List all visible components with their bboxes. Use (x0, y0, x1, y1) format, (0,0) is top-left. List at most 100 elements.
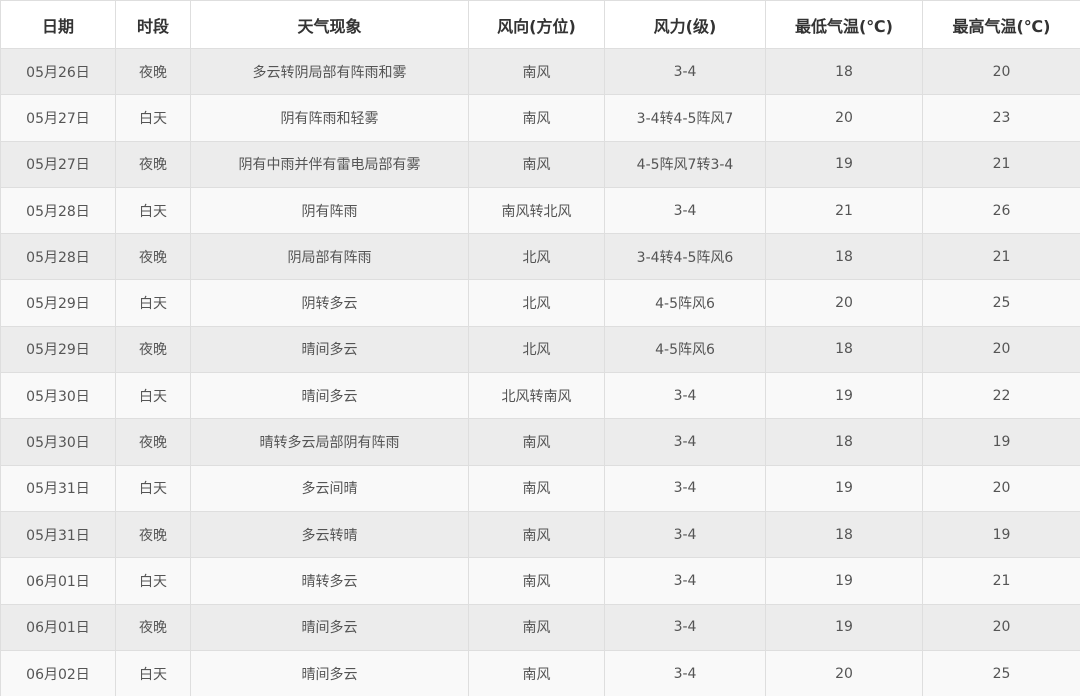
cell-wind-direction: 南风 (468, 94, 605, 142)
cell-date: 05月29日 (0, 279, 116, 327)
table-row: 06月01日 白天 晴转多云 南风 3-4 19 21 (0, 557, 1080, 605)
table-row: 05月29日 夜晚 晴间多云 北风 4-5阵风6 18 20 (0, 325, 1080, 374)
cell-period: 夜晚 (115, 233, 191, 281)
cell-max-temp: 20 (922, 47, 1080, 96)
cell-min-temp: 20 (765, 649, 923, 696)
cell-max-temp: 19 (922, 418, 1080, 466)
table-row: 05月27日 白天 阴有阵雨和轻雾 南风 3-4转4-5阵风7 20 23 (0, 94, 1080, 142)
cell-min-temp: 19 (765, 464, 923, 512)
cell-wind-force: 3-4 (604, 649, 766, 696)
weather-forecast-table: 日期 时段 天气现象 风向(方位) 风力(级) 最低气温(℃) 最高气温(℃) … (0, 0, 1080, 696)
cell-wind-direction: 南风 (468, 47, 605, 96)
table-row: 05月31日 夜晚 多云转晴 南风 3-4 18 19 (0, 510, 1080, 559)
cell-date: 05月30日 (0, 418, 116, 466)
cell-wind-force: 3-4 (604, 464, 766, 512)
cell-max-temp: 23 (922, 94, 1080, 142)
cell-min-temp: 20 (765, 279, 923, 327)
cell-weather: 多云转阴局部有阵雨和雾 (190, 47, 469, 96)
cell-weather: 晴转多云局部阴有阵雨 (190, 418, 469, 466)
cell-period: 白天 (115, 186, 191, 235)
cell-date: 05月31日 (0, 464, 116, 512)
cell-date: 06月01日 (0, 603, 116, 651)
cell-wind-force: 4-5阵风6 (604, 279, 766, 327)
cell-weather: 阴有中雨并伴有雷电局部有雾 (190, 140, 469, 188)
cell-wind-force: 3-4转4-5阵风6 (604, 233, 766, 281)
cell-max-temp: 22 (922, 372, 1080, 420)
table-row: 05月29日 白天 阴转多云 北风 4-5阵风6 20 25 (0, 279, 1080, 327)
cell-date: 05月30日 (0, 372, 116, 420)
header-weather: 天气现象 (190, 0, 469, 49)
header-wind-direction: 风向(方位) (468, 0, 605, 49)
cell-period: 夜晚 (115, 47, 191, 96)
cell-weather: 阴有阵雨和轻雾 (190, 94, 469, 142)
cell-min-temp: 18 (765, 233, 923, 281)
cell-date: 06月01日 (0, 557, 116, 605)
cell-date: 05月27日 (0, 94, 116, 142)
cell-date: 05月27日 (0, 140, 116, 188)
cell-period: 夜晚 (115, 510, 191, 559)
cell-weather: 晴间多云 (190, 649, 469, 696)
table-row: 05月31日 白天 多云间晴 南风 3-4 19 20 (0, 464, 1080, 512)
cell-wind-direction: 北风 (468, 325, 605, 374)
cell-wind-force: 3-4 (604, 510, 766, 559)
table-row: 05月30日 白天 晴间多云 北风转南风 3-4 19 22 (0, 372, 1080, 420)
table-row: 05月28日 夜晚 阴局部有阵雨 北风 3-4转4-5阵风6 18 21 (0, 233, 1080, 281)
cell-max-temp: 21 (922, 557, 1080, 605)
cell-wind-direction: 南风 (468, 418, 605, 466)
cell-wind-force: 3-4转4-5阵风7 (604, 94, 766, 142)
cell-weather: 多云间晴 (190, 464, 469, 512)
cell-date: 05月28日 (0, 233, 116, 281)
cell-min-temp: 21 (765, 186, 923, 235)
table-row: 05月28日 白天 阴有阵雨 南风转北风 3-4 21 26 (0, 186, 1080, 235)
cell-wind-direction: 南风转北风 (468, 186, 605, 235)
table-body: 05月26日 夜晚 多云转阴局部有阵雨和雾 南风 3-4 18 20 05月27日 白天 阴有阵雨… (0, 47, 1080, 696)
cell-wind-direction: 南风 (468, 649, 605, 696)
cell-wind-direction: 南风 (468, 464, 605, 512)
cell-min-temp: 18 (765, 47, 923, 96)
cell-min-temp: 19 (765, 140, 923, 188)
table-row: 05月26日 夜晚 多云转阴局部有阵雨和雾 南风 3-4 18 20 (0, 47, 1080, 96)
cell-max-temp: 20 (922, 603, 1080, 651)
header-wind-force: 风力(级) (604, 0, 766, 49)
cell-weather: 阴局部有阵雨 (190, 233, 469, 281)
table-row: 06月02日 白天 晴间多云 南风 3-4 20 25 (0, 649, 1080, 696)
cell-wind-direction: 南风 (468, 557, 605, 605)
cell-wind-force: 3-4 (604, 418, 766, 466)
cell-wind-direction: 北风转南风 (468, 372, 605, 420)
cell-period: 夜晚 (115, 140, 191, 188)
table-row: 05月27日 夜晚 阴有中雨并伴有雷电局部有雾 南风 4-5阵风7转3-4 19 21 (0, 140, 1080, 188)
cell-date: 06月02日 (0, 649, 116, 696)
cell-wind-direction: 北风 (468, 233, 605, 281)
cell-wind-direction: 南风 (468, 140, 605, 188)
cell-date: 05月26日 (0, 47, 116, 96)
cell-weather: 多云转晴 (190, 510, 469, 559)
table-header-row: 日期 时段 天气现象 风向(方位) 风力(级) 最低气温(℃) 最高气温(℃) (0, 0, 1080, 49)
cell-period: 白天 (115, 464, 191, 512)
header-period: 时段 (115, 0, 191, 49)
cell-max-temp: 26 (922, 186, 1080, 235)
table-row: 05月30日 夜晚 晴转多云局部阴有阵雨 南风 3-4 18 19 (0, 418, 1080, 466)
cell-wind-force: 3-4 (604, 372, 766, 420)
cell-min-temp: 18 (765, 418, 923, 466)
cell-min-temp: 19 (765, 603, 923, 651)
cell-min-temp: 20 (765, 94, 923, 142)
cell-wind-force: 3-4 (604, 47, 766, 96)
cell-date: 05月29日 (0, 325, 116, 374)
cell-min-temp: 18 (765, 510, 923, 559)
cell-date: 05月28日 (0, 186, 116, 235)
cell-weather: 晴转多云 (190, 557, 469, 605)
cell-min-temp: 18 (765, 325, 923, 374)
cell-wind-direction: 北风 (468, 279, 605, 327)
header-max-temp: 最高气温(℃) (922, 0, 1080, 49)
cell-weather: 晴间多云 (190, 325, 469, 374)
cell-weather: 晴间多云 (190, 603, 469, 651)
cell-max-temp: 21 (922, 140, 1080, 188)
cell-period: 白天 (115, 557, 191, 605)
cell-max-temp: 19 (922, 510, 1080, 559)
cell-min-temp: 19 (765, 372, 923, 420)
cell-weather: 阴有阵雨 (190, 186, 469, 235)
cell-min-temp: 19 (765, 557, 923, 605)
cell-weather: 阴转多云 (190, 279, 469, 327)
cell-wind-force: 3-4 (604, 186, 766, 235)
cell-period: 夜晚 (115, 325, 191, 374)
